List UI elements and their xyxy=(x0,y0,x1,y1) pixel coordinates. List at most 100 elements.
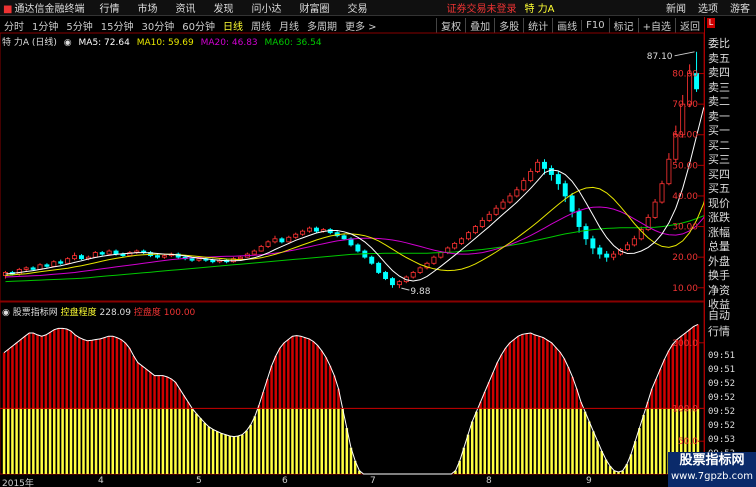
candle-body xyxy=(286,236,292,243)
candle-body xyxy=(58,261,64,264)
indicator-tick-label: 100.0 xyxy=(672,404,698,414)
price-tick-label: 50.00 xyxy=(672,161,698,171)
tick-time-label: 09:52 xyxy=(708,393,736,403)
low-pointer xyxy=(401,287,410,291)
candle-body xyxy=(265,241,271,247)
candle-body xyxy=(389,278,395,286)
candle-body xyxy=(65,258,71,264)
candle-body xyxy=(452,242,458,249)
candle-body xyxy=(521,180,527,191)
candle-body xyxy=(466,232,471,240)
candle-body xyxy=(535,161,541,172)
date-label: 8 xyxy=(486,476,492,486)
price-tick-label: 30.00 xyxy=(672,223,698,233)
candle-body xyxy=(431,256,437,264)
candle-body xyxy=(597,247,603,255)
candle-body xyxy=(569,195,575,212)
high-price-label: 87.10 xyxy=(647,52,673,62)
tick-time-label: 09:51 xyxy=(708,365,736,375)
candle-body xyxy=(161,255,167,258)
candle-body xyxy=(293,233,299,238)
tick-time-label: 09:52 xyxy=(708,407,736,417)
quote-side-panel: L 委比 卖五 卖四 卖三 卖二 卖一 买一 买二 买三 买四 买五 现价 涨跌 涨幅 总量 外盘 换手 净资 收益… xyxy=(704,17,756,487)
ma5-label: MA5: 72.64 xyxy=(78,38,130,48)
date-label: 7 xyxy=(370,476,376,486)
candle-body xyxy=(210,259,216,263)
indicator-title-bar: ◉ 股票指标网 控盘程度 228.09 控盘度 100.00 xyxy=(2,305,195,318)
candle-body xyxy=(652,201,658,218)
candle-body xyxy=(189,258,195,261)
candle-body xyxy=(99,252,105,255)
ma-info-bar: 特 力A (日线) ◉ MA5: 72.64 MA10: 59.69 MA20:… xyxy=(2,35,326,48)
high-pointer xyxy=(674,51,695,57)
indicator-name: 股票指标网 xyxy=(12,308,58,318)
price-tick-label: 10.00 xyxy=(672,284,698,294)
candle-body xyxy=(92,252,98,258)
candle-body xyxy=(113,250,119,255)
chart-title: 特 力A (日线) xyxy=(2,38,57,48)
candle-body xyxy=(604,253,610,258)
candle-body xyxy=(272,238,278,243)
candle-body xyxy=(196,258,202,261)
panel-flag-icon[interactable]: L xyxy=(707,18,715,28)
date-label: 4 xyxy=(98,476,104,486)
candle-body xyxy=(30,267,36,270)
candle-body xyxy=(438,252,444,258)
candle-body xyxy=(611,253,617,258)
candle-body xyxy=(72,255,78,260)
candle-body xyxy=(355,244,361,252)
indicator-settings-icon[interactable]: ◉ xyxy=(2,308,10,318)
candle-body xyxy=(562,183,568,197)
candle-body xyxy=(666,158,672,185)
candle-body xyxy=(155,255,160,258)
candle-body xyxy=(383,272,389,279)
candle-body xyxy=(106,250,112,255)
low-price-label: 9.88 xyxy=(410,287,430,297)
price-tick-label: 40.00 xyxy=(672,192,698,202)
price-tick-label: 70.00 xyxy=(672,100,698,110)
quote-field-label: 自动 xyxy=(708,309,730,322)
quote-field-label: 行情 xyxy=(708,325,730,338)
ma60-label: MA60: 36.54 xyxy=(264,38,322,48)
candle-body xyxy=(479,220,485,227)
ma20-label: MA20: 46.83 xyxy=(200,38,258,48)
indicator-tick-label: 50.0 xyxy=(678,437,698,447)
candle-body xyxy=(313,227,319,232)
date-label: 2015年 xyxy=(2,479,34,487)
candle-body xyxy=(486,213,492,221)
candle-body xyxy=(472,226,478,234)
candle-body xyxy=(459,238,465,244)
date-label: 5 xyxy=(196,476,202,486)
kline-chart[interactable]: 80.00 70.00 60.00 50.00 40.00 30.00 20.00 10.00… xyxy=(0,0,704,487)
candle-body xyxy=(507,195,513,203)
indicator-tick-label: 200.0 xyxy=(672,339,698,349)
candle-body xyxy=(23,267,29,270)
candle-body xyxy=(528,171,534,182)
candle-body xyxy=(514,189,520,197)
date-label: 9 xyxy=(586,476,592,486)
candle-body xyxy=(341,235,347,240)
candle-body xyxy=(590,238,596,249)
candle-body xyxy=(410,272,416,278)
candle-body xyxy=(555,174,561,185)
date-label: 6 xyxy=(282,476,288,486)
candle-body xyxy=(493,207,499,215)
ma60-line xyxy=(5,215,704,283)
indicator-value: 228.09 xyxy=(99,308,132,318)
candle-body xyxy=(279,238,285,243)
candle-body xyxy=(51,261,57,267)
watermark-url: www.7gpzb.com xyxy=(671,471,753,482)
candle-body xyxy=(548,168,554,175)
candle-body xyxy=(542,161,547,169)
settings-icon[interactable]: ◉ xyxy=(64,38,72,48)
tick-time-label: 09:52 xyxy=(708,379,736,389)
candle-body xyxy=(307,227,313,232)
candle-body xyxy=(417,267,423,273)
menu-item-guest[interactable]: 游客 xyxy=(724,0,756,15)
candle-body xyxy=(16,268,22,275)
price-tick-label: 20.00 xyxy=(672,253,698,263)
candle-body xyxy=(659,183,665,203)
indicator-series-label: 控盘程度 xyxy=(60,308,97,318)
tick-time-label: 09:52 xyxy=(708,421,736,431)
indicator-series2-label: 控盘度 xyxy=(133,308,161,318)
